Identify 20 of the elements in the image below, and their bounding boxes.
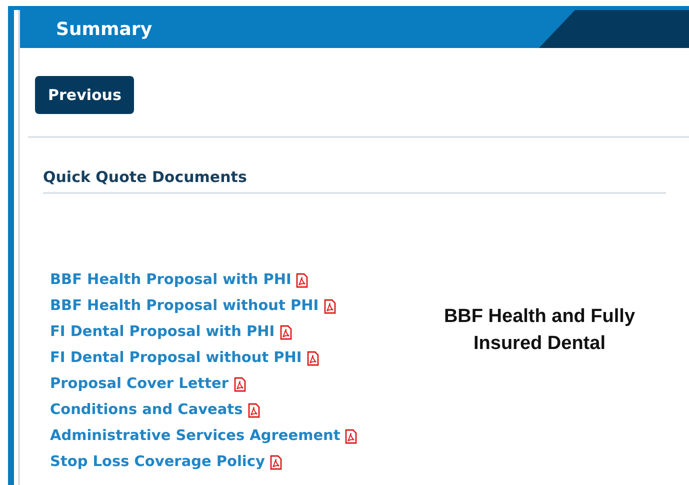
pdf-icon bbox=[280, 324, 292, 340]
pdf-icon bbox=[306, 350, 319, 366]
document-link[interactable]: FI Dental Proposal with PHI bbox=[50, 321, 275, 343]
document-link[interactable]: Administrative Services Agreement bbox=[50, 425, 340, 447]
document-link[interactable]: BBF Health Proposal without PHI bbox=[50, 295, 319, 317]
pdf-icon bbox=[248, 402, 260, 418]
plan-caption: BBF Health and Fully Insured Dental bbox=[444, 306, 636, 354]
pdf-icon bbox=[270, 454, 282, 470]
pdf-icon bbox=[345, 428, 358, 444]
document-link[interactable]: BBF Health Proposal with PHI bbox=[50, 269, 292, 291]
document-link[interactable]: Proposal Cover Letter bbox=[50, 373, 229, 395]
document-link[interactable]: FI Dental Proposal without PHI bbox=[50, 347, 302, 369]
section-title: Quick Quote Documents bbox=[43, 168, 247, 186]
previous-button[interactable]: Previous bbox=[35, 76, 134, 114]
pdf-icon bbox=[324, 298, 336, 314]
pdf-icon bbox=[234, 376, 246, 392]
pdf-icon bbox=[296, 272, 308, 288]
page-title: Summary bbox=[56, 18, 152, 40]
document-link[interactable]: Stop Loss Coverage Policy bbox=[50, 451, 265, 473]
document-link[interactable]: Conditions and Caveats bbox=[50, 399, 243, 421]
